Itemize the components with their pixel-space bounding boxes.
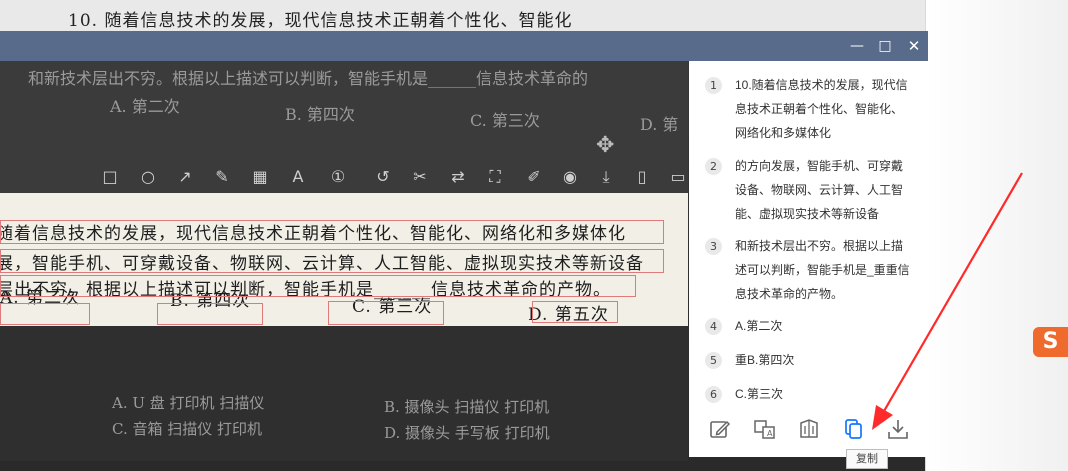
annotation-arrow: [872, 172, 1023, 430]
